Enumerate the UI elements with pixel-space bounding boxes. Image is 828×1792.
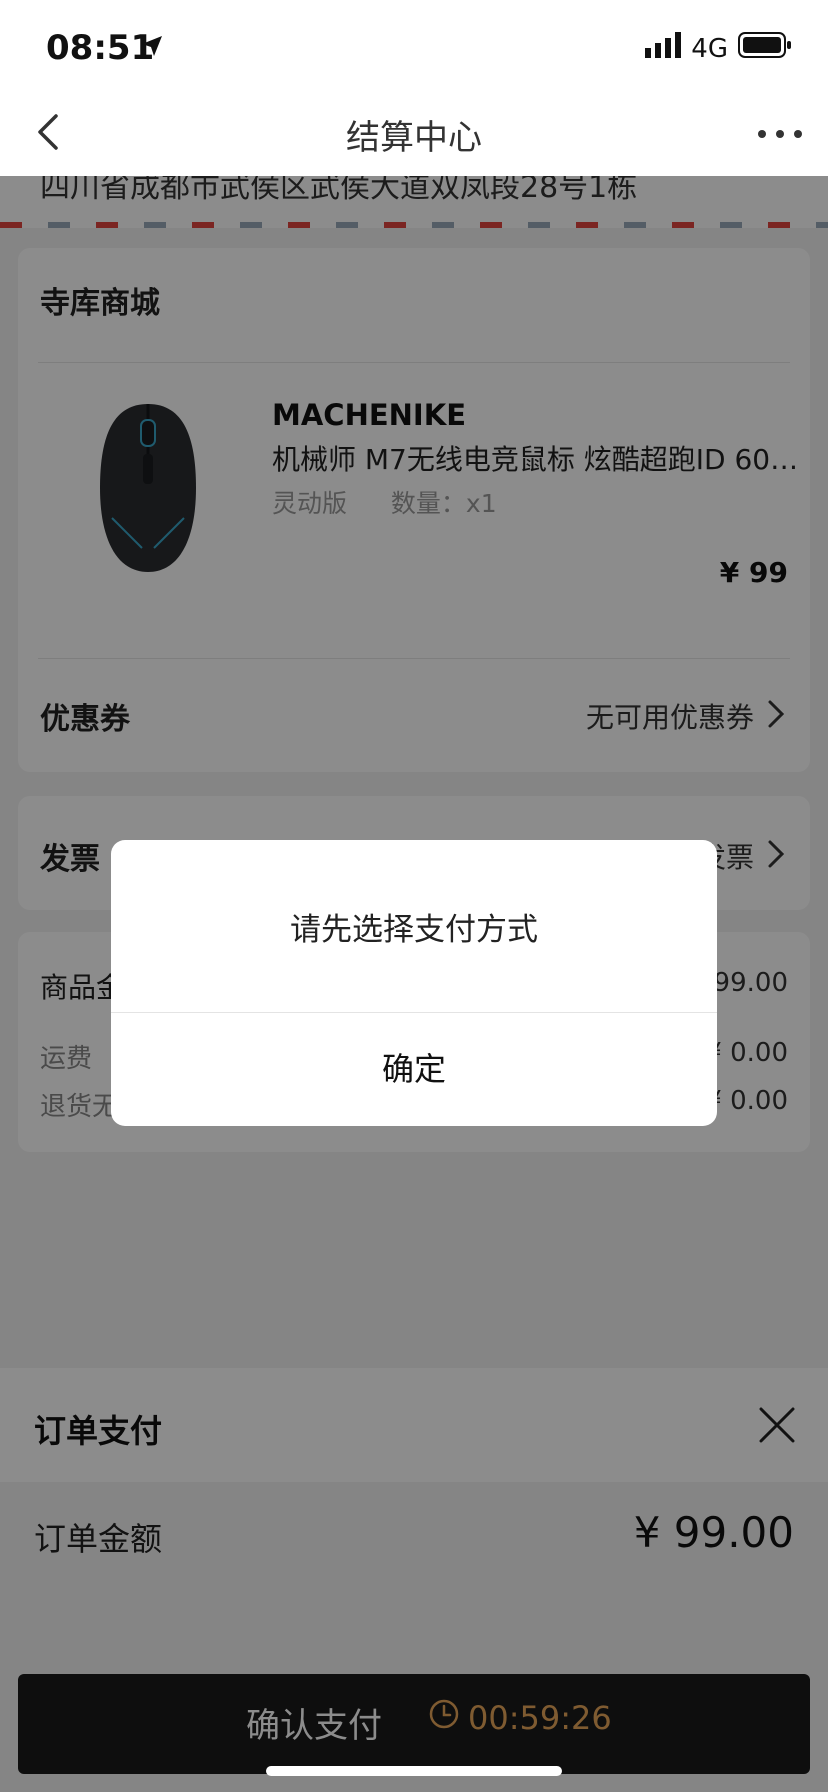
modal-overlay[interactable] (0, 176, 828, 1368)
signal-icon (645, 32, 682, 65)
dialog-message: 请先选择支付方式 (290, 912, 538, 948)
status-time: 08:51 (46, 28, 155, 68)
more-dots-icon[interactable] (756, 114, 804, 154)
alert-dialog: 请先选择支付方式 确定 (111, 840, 717, 1126)
network-label: 4G (691, 33, 728, 64)
modal-overlay-bottom[interactable] (0, 1368, 828, 1792)
page-title: 结算中心 (346, 118, 482, 158)
status-bar: 08:51 4G (0, 0, 828, 92)
dialog-ok-button[interactable]: 确定 (111, 1013, 717, 1126)
location-arrow-icon (140, 34, 164, 62)
battery-icon (738, 32, 792, 65)
home-indicator[interactable] (266, 1766, 562, 1776)
nav-bar: 结算中心 (0, 92, 828, 176)
